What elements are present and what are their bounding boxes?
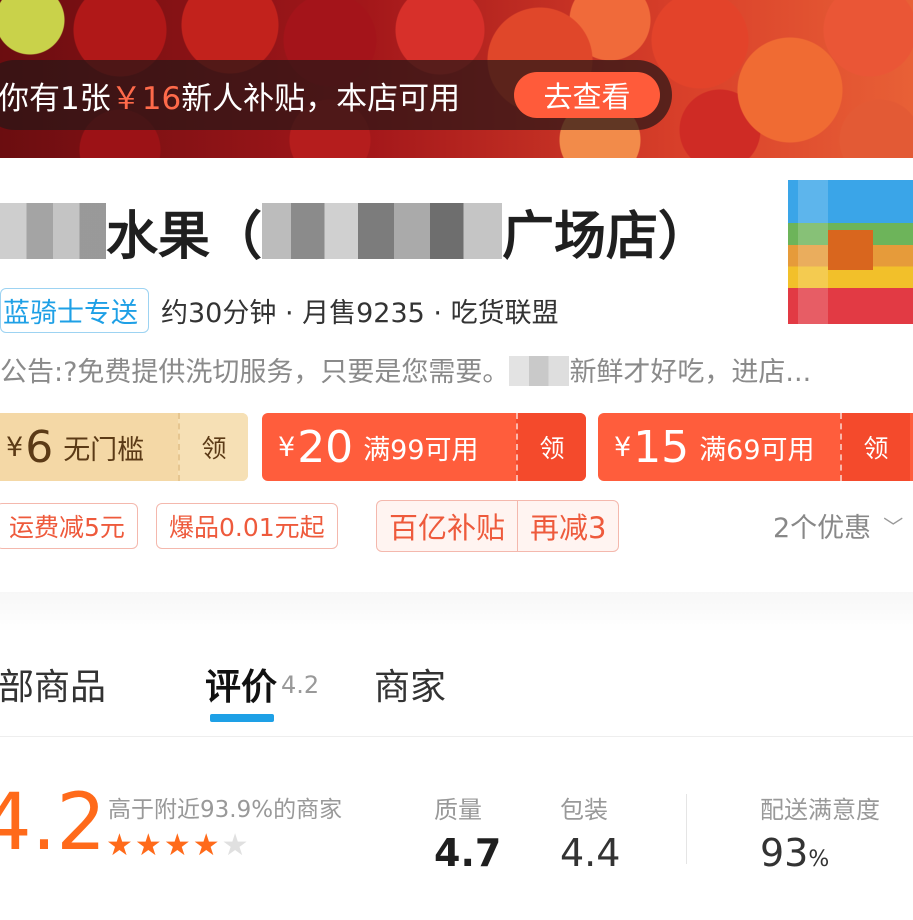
coupon-amount: 20	[297, 421, 354, 473]
section-divider	[0, 592, 913, 632]
subsidy-tag-label: 百亿补贴	[389, 511, 506, 545]
delivery-unit: %	[808, 847, 830, 872]
hot-item-tag: 爆品0.01元起	[156, 503, 338, 549]
star-rating: ★★★★★	[106, 828, 251, 863]
star-icon: ★	[192, 828, 222, 863]
delivery-value: 93	[760, 831, 809, 875]
tab-reviews[interactable]: 评价 4.2	[205, 658, 319, 710]
coupon[interactable]: ¥ 20 满99可用 领	[262, 413, 586, 481]
packaging-metric: 包装 4.4	[560, 790, 620, 875]
coupon-currency: ¥	[614, 431, 632, 463]
new-user-subsidy-bar: 你有1张￥16新人补贴，本店可用 去查看	[0, 60, 672, 130]
more-discounts-link[interactable]: 2个优惠 ﹀	[773, 503, 903, 547]
shop-meta: 蓝骑士专送 约30分钟 · 月售9235 · 吃货联盟	[0, 287, 559, 333]
shop-name-part1: 水果（	[106, 206, 263, 267]
claim-coupon-button[interactable]: 领	[840, 413, 910, 481]
delivery-tag: 蓝骑士专送	[0, 287, 149, 333]
subsidy-tag-extra: 再减3	[517, 501, 618, 551]
subsidy-text: 你有1张￥16新人补贴，本店可用	[0, 73, 460, 118]
coupon-row: ¥ 6 无门槛 领 ¥ 20 满99可用 领 ¥ 15 满69可用 领	[0, 413, 913, 481]
packaging-value: 4.4	[560, 831, 621, 875]
tab-merchant[interactable]: 商家	[374, 658, 446, 710]
quality-metric: 质量 4.7	[434, 790, 501, 875]
claim-coupon-button[interactable]: 领	[178, 413, 248, 481]
shop-name-part2: 广场店）	[502, 206, 711, 267]
subsidy-tag: 百亿补贴 再减3	[376, 500, 620, 552]
subsidy-suffix: 新人补贴，本店可用	[181, 80, 461, 117]
coupon-amount: 6	[25, 421, 54, 473]
redacted-text	[262, 203, 503, 259]
promo-tags: 运费减5元 爆品0.01元起 百亿补贴 再减3 2个优惠 ﹀	[0, 500, 913, 552]
overall-score: 4.2	[0, 778, 107, 868]
redacted-text	[0, 203, 106, 259]
shop-logo[interactable]	[788, 180, 913, 324]
coupon[interactable]: ¥ 15 满69可用 领	[598, 413, 913, 481]
rank-text: 高于附近93.9%的商家	[108, 797, 343, 823]
metric-divider	[686, 794, 687, 864]
coupon-condition: 满69可用	[699, 434, 815, 466]
claim-coupon-button[interactable]: 领	[516, 413, 586, 481]
coupon-currency: ¥	[6, 431, 24, 463]
shop-tabs: 部商品 评价 4.2 商家	[0, 640, 913, 737]
shop-meta-text: 约30分钟 · 月售9235 · 吃货联盟	[161, 297, 559, 329]
coupon-condition: 满99可用	[363, 434, 479, 466]
coupon-amount: 15	[633, 421, 690, 473]
delivery-label: 配送满意度	[760, 796, 880, 824]
chevron-down-icon: ﹀	[883, 514, 904, 539]
shop-notice[interactable]: 公告:?免费提供洗切服务，只要是您需要。 新鲜才好吃，进店...	[0, 350, 913, 389]
shipping-discount-tag: 运费减5元	[0, 503, 138, 549]
notice-part1: 公告:?免费提供洗切服务，只要是您需要。	[0, 357, 510, 388]
quality-value: 4.7	[434, 831, 502, 875]
subsidy-prefix: 你有1张	[0, 80, 111, 117]
notice-part2: 新鲜才好吃，进店...	[569, 357, 812, 388]
coupon-currency: ¥	[278, 431, 296, 463]
discounts-count: 2个优惠	[773, 512, 872, 544]
shop-banner: 你有1张￥16新人补贴，本店可用 去查看	[0, 0, 913, 158]
delivery-value-wrap: 93%	[760, 831, 880, 875]
view-subsidy-button[interactable]: 去查看	[514, 72, 660, 118]
shop-name: 水果（ 广场店）	[0, 196, 711, 267]
shop-info-card: 水果（ 广场店） 蓝骑士专送 约30分钟 · 月售9235 · 吃货联盟 公告:?…	[0, 158, 913, 592]
coupon-condition: 无门槛	[63, 434, 145, 466]
redacted-text	[509, 356, 570, 386]
star-icon: ★	[106, 828, 135, 863]
quality-label: 质量	[434, 796, 482, 824]
tab-reviews-label: 评价	[205, 667, 278, 708]
star-icon: ★	[163, 828, 193, 863]
subsidy-amount: ￥16	[110, 80, 182, 117]
tab-all-products[interactable]: 部商品	[0, 658, 106, 710]
delivery-metric: 配送满意度 93%	[760, 790, 880, 875]
rating-summary: 4.2 高于附近93.9%的商家 ★★★★★ 质量 4.7 包装 4.4 配送满…	[0, 760, 913, 910]
star-icon: ★	[134, 828, 164, 863]
packaging-label: 包装	[560, 796, 608, 824]
coupon[interactable]: ¥ 6 无门槛 领	[0, 413, 248, 481]
tab-reviews-score: 4.2	[281, 671, 320, 699]
star-icon: ★	[221, 828, 251, 863]
active-tab-indicator	[210, 714, 274, 722]
